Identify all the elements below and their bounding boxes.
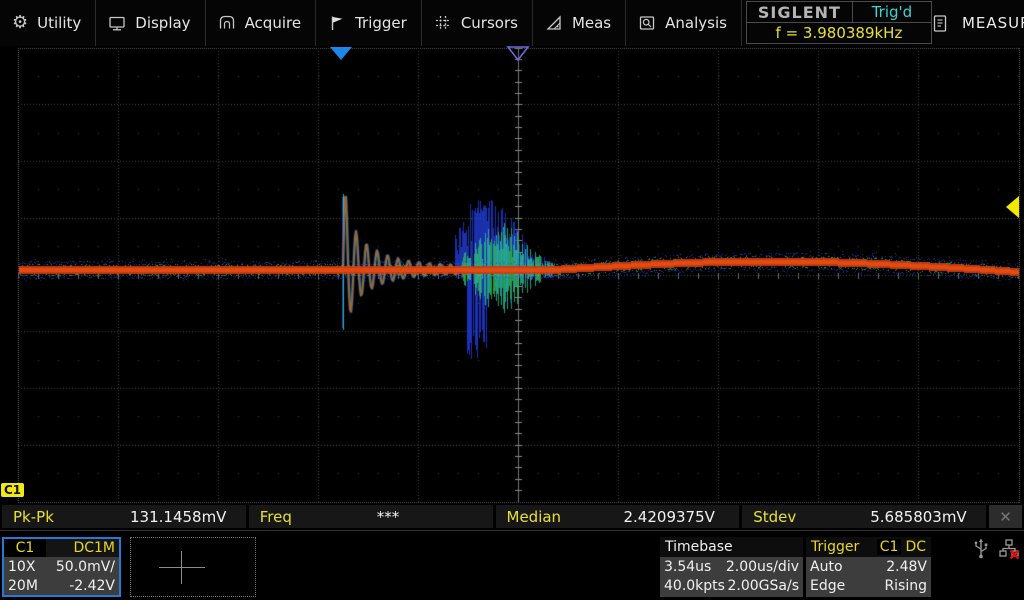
trigger-coupling: DC bbox=[905, 539, 926, 555]
measurement-value: *** bbox=[377, 508, 400, 526]
set-square-icon bbox=[545, 14, 563, 32]
measurement-value: 5.685803mV bbox=[870, 508, 966, 526]
measurement-label: Stdev bbox=[742, 508, 870, 526]
crosshair-icon bbox=[181, 551, 182, 584]
trigger-status: Trig'd bbox=[853, 2, 931, 22]
menu-label: Analysis bbox=[665, 14, 727, 32]
menu-item-trigger[interactable]: Trigger bbox=[316, 0, 422, 46]
menu-item-meas[interactable]: Meas bbox=[533, 0, 626, 46]
cursors-grid-icon bbox=[434, 14, 452, 32]
trigger-mode: Auto bbox=[810, 559, 843, 575]
measurement-label: Pk-Pk bbox=[2, 508, 130, 526]
top-menu-bar: ⚙ Utility Display Acquire Trigger Cursor… bbox=[0, 0, 1024, 46]
analysis-magnifier-icon bbox=[638, 14, 656, 32]
menu-item-cursors[interactable]: Cursors bbox=[422, 0, 533, 46]
measurement-stdev[interactable]: Stdev 5.685803mV bbox=[742, 505, 986, 528]
waveform-display-area[interactable]: C1 bbox=[0, 46, 1024, 504]
trigger-descriptor-box[interactable]: Trigger C1 DC Auto 2.48V Edge Rising bbox=[806, 537, 931, 597]
menu-item-analysis[interactable]: Analysis bbox=[626, 0, 742, 46]
measurement-value: 2.4209375V bbox=[624, 508, 715, 526]
usb-icon bbox=[972, 538, 990, 564]
timebase-title: Timebase bbox=[660, 537, 803, 557]
channel-name-chip: C1 bbox=[4, 539, 46, 557]
channel-grid-label: C1 bbox=[1, 483, 24, 497]
measurement-label: Freq bbox=[249, 508, 377, 526]
close-measurements-button[interactable]: ✕ bbox=[989, 505, 1022, 528]
menu-label: Cursors bbox=[461, 14, 518, 32]
menu-label: Utility bbox=[37, 14, 81, 32]
menu-item-display[interactable]: Display bbox=[96, 0, 205, 46]
channel-bandwidth: 20M bbox=[8, 578, 38, 594]
trigger-level-marker[interactable] bbox=[1006, 196, 1019, 218]
measurement-value: 131.1458mV bbox=[130, 508, 226, 526]
page-title: MEASURE bbox=[962, 14, 1024, 32]
gear-icon: ⚙ bbox=[12, 14, 28, 32]
trigger-type: Edge bbox=[810, 578, 845, 594]
trigger-slope: Rising bbox=[884, 578, 927, 594]
menu-label: Display bbox=[135, 14, 190, 32]
add-channel-box[interactable] bbox=[130, 537, 256, 597]
timebase-descriptor-box[interactable]: Timebase 3.54us 2.00us/div 40.0kpts 2.00… bbox=[660, 537, 803, 597]
measurement-label: Median bbox=[496, 508, 624, 526]
trigger-delay-marker[interactable] bbox=[330, 47, 352, 60]
channel-coupling: DC1M bbox=[46, 539, 119, 557]
monitor-icon bbox=[108, 14, 126, 32]
lan-disconnected-icon bbox=[998, 538, 1020, 564]
trigger-title: Trigger bbox=[811, 539, 859, 555]
clipboard-icon bbox=[932, 14, 948, 33]
menu-label: Trigger bbox=[355, 14, 407, 32]
trigger-position-marker[interactable] bbox=[506, 46, 530, 66]
trigger-level: 2.48V bbox=[886, 559, 927, 575]
acquire-arch-icon bbox=[218, 14, 236, 32]
measurement-pkpk[interactable]: Pk-Pk 131.1458mV bbox=[2, 505, 246, 528]
channel-probe: 10X bbox=[8, 559, 35, 575]
channel-offset: -2.42V bbox=[69, 578, 115, 594]
timebase-memory: 40.0kpts bbox=[664, 578, 725, 594]
channel1-descriptor-box[interactable]: C1 DC1M 10X 50.0mV/ 20M -2.42V bbox=[2, 537, 121, 597]
measurement-freq[interactable]: Freq *** bbox=[249, 505, 493, 528]
timebase-delay: 3.54us bbox=[664, 559, 711, 575]
brand-logo: SIGLENT bbox=[747, 2, 853, 22]
trigger-source: C1 bbox=[877, 539, 902, 555]
menu-item-acquire[interactable]: Acquire bbox=[206, 0, 317, 46]
bottom-status-bar: C1 DC1M 10X 50.0mV/ 20M -2.42V Timebase … bbox=[0, 532, 1024, 600]
measurement-bar: Pk-Pk 131.1458mV Freq *** Median 2.42093… bbox=[0, 504, 1024, 531]
measurement-median[interactable]: Median 2.4209375V bbox=[496, 505, 740, 528]
menu-label: Meas bbox=[572, 14, 611, 32]
brand-status-box: SIGLENT Trig'd f = 3.980389kHz bbox=[746, 1, 932, 44]
timebase-scale: 2.00us/div bbox=[726, 559, 799, 575]
menu-item-utility[interactable]: ⚙ Utility bbox=[0, 0, 96, 46]
active-menu-title[interactable]: MEASURE bbox=[932, 0, 1024, 46]
trigger-frequency-readout: f = 3.980389kHz bbox=[747, 23, 931, 43]
crosshair-icon bbox=[159, 567, 205, 568]
channel-scale: 50.0mV/ bbox=[56, 559, 115, 575]
flag-icon bbox=[328, 14, 346, 32]
waveform-canvas[interactable] bbox=[0, 46, 1024, 504]
timebase-sample-rate: 2.00GSa/s bbox=[728, 578, 800, 594]
menu-label: Acquire bbox=[245, 14, 302, 32]
